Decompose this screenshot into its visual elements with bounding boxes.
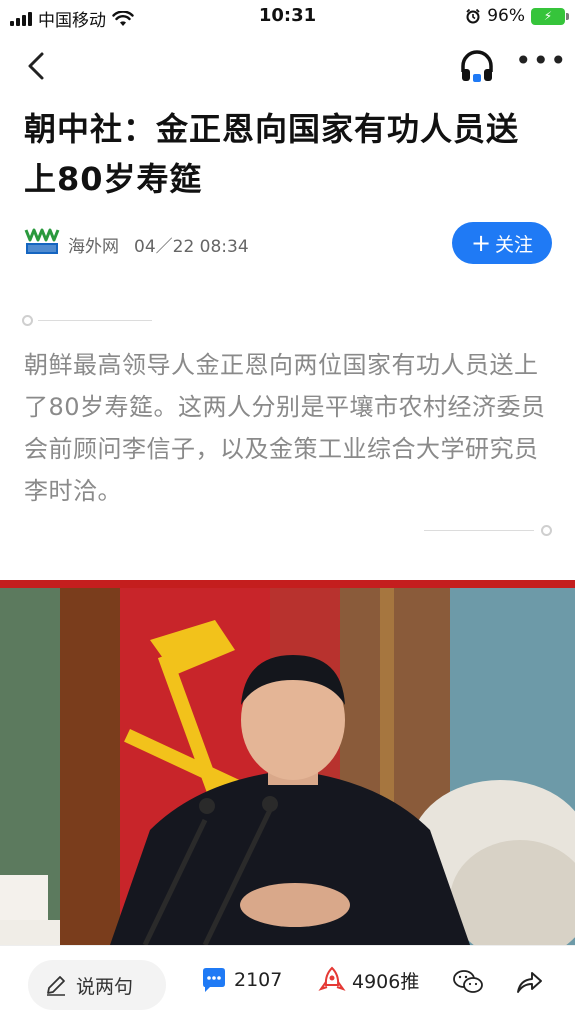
article-photo[interactable]: [0, 580, 575, 945]
publish-time: 04／22 08:34: [134, 237, 249, 257]
alarm-icon: [466, 8, 480, 24]
rocket-icon: [318, 966, 346, 991]
comment-count: 2107: [234, 969, 283, 991]
chat-bubble-icon: [203, 968, 225, 992]
share-arrow-icon: [517, 972, 542, 993]
wechat-icon: [453, 970, 483, 993]
status-bar: 中国移动 10:31 96% ⚡: [0, 0, 575, 34]
article-title: 朝中社：金正恩向国家有功人员送上80岁寿筵: [24, 110, 520, 198]
source-row: 海外网 04／22 08:34 + 关注: [24, 222, 552, 264]
comments-button[interactable]: 2107: [200, 966, 282, 994]
battery-percent: 96%: [487, 6, 525, 26]
comment-placeholder: 说两句: [76, 975, 134, 998]
plus-icon: +: [470, 229, 492, 257]
more-button[interactable]: •••: [515, 46, 567, 86]
pencil-icon: [47, 976, 65, 996]
source-name[interactable]: 海外网: [68, 232, 119, 257]
listen-button[interactable]: [457, 46, 497, 86]
summary-decoration-bottom: [424, 525, 552, 537]
bottom-bar: 说两句 2107 4906推: [0, 945, 575, 1024]
recommend-button[interactable]: 4906推: [318, 966, 419, 994]
summary-decoration-top: [22, 315, 152, 327]
back-arrow-icon: [28, 52, 44, 80]
battery-icon: ⚡: [531, 7, 569, 25]
status-right: 96% ⚡: [465, 6, 569, 26]
follow-button[interactable]: + 关注: [452, 222, 552, 264]
photo-illustration: [0, 580, 575, 945]
comment-input[interactable]: 说两句: [28, 960, 166, 1010]
headphones-icon: [461, 50, 493, 82]
source-logo[interactable]: [24, 226, 60, 258]
recommend-label: 4906推: [352, 970, 420, 993]
wechat-share-button[interactable]: [452, 968, 484, 996]
share-button[interactable]: [514, 968, 544, 996]
nav-bar: •••: [0, 34, 575, 98]
more-dots-icon: •••: [515, 44, 568, 77]
article-summary: 朝鲜最高领导人金正恩向两位国家有功人员送上了80岁寿筵。这两人分别是平壤市农村经…: [24, 351, 546, 505]
back-button[interactable]: [18, 46, 58, 86]
follow-label: 关注: [495, 233, 534, 256]
